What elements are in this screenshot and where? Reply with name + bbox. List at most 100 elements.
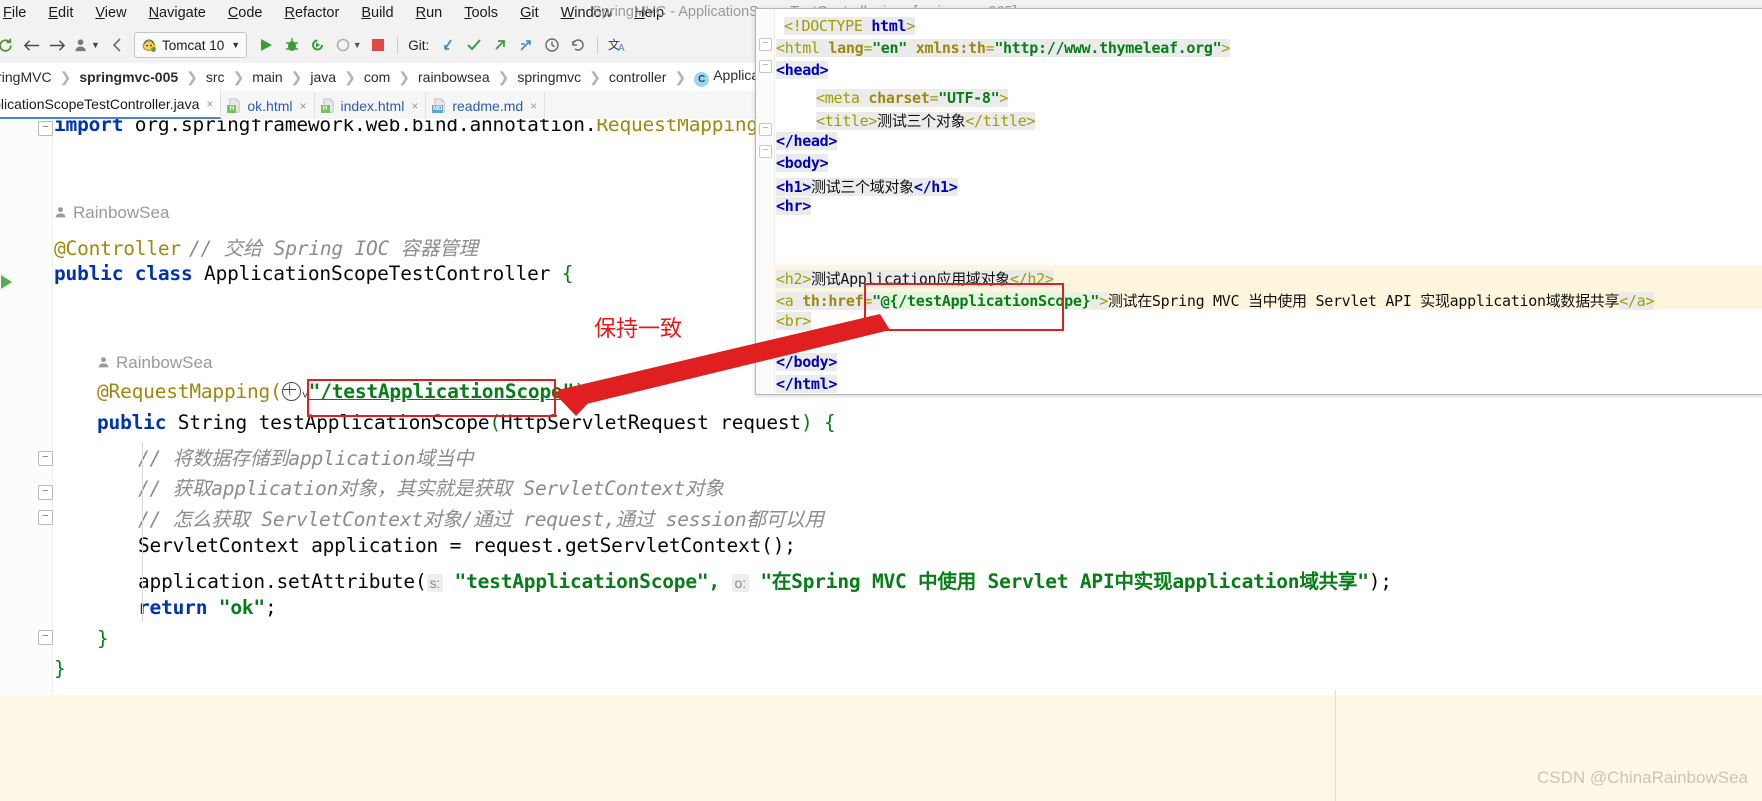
menu-item-refactor[interactable]: Refactor [274, 0, 351, 27]
vcs-author-annotation-1: RainbowSea [54, 203, 169, 223]
globe-icon[interactable] [281, 382, 301, 401]
indent-guide [142, 442, 143, 622]
code-line-method-close: } [97, 627, 109, 650]
fold-icon-4[interactable]: − [38, 630, 53, 645]
menu-item-git[interactable]: Git [509, 0, 550, 27]
editor-tab-readme-md[interactable]: MD readme.md × [426, 92, 546, 119]
back-arrow-icon[interactable] [18, 27, 44, 63]
set-attribute-key: "testApplicationScope", [443, 570, 732, 593]
html-fold-icon-head-close[interactable]: − [759, 123, 772, 136]
vcs-author-name-2: RainbowSea [116, 353, 213, 372]
html-tag-open: <html [776, 39, 829, 57]
menu-item-file[interactable]: File [0, 0, 37, 27]
git-update-icon[interactable] [435, 27, 461, 63]
breadcrumb-separator: ❯ [674, 68, 687, 85]
user-dropdown-icon[interactable]: ▼ [70, 27, 104, 63]
html-fold-icon-head[interactable]: − [759, 60, 772, 73]
vcs-author-annotation-2: RainbowSea [97, 353, 212, 373]
rollback-icon[interactable] [565, 27, 591, 63]
breadcrumb-item-src[interactable]: src [204, 69, 227, 85]
html-attr-xmlns: xmlns:th [915, 39, 986, 57]
menu-item-run[interactable]: Run [405, 0, 454, 27]
html-attr-xmlns-value: "http://www.thymeleaf.org" [994, 39, 1222, 57]
set-attribute-value: "在Spring MVC 中使用 Servlet API中实现applicati… [748, 570, 1369, 593]
close-icon[interactable]: × [530, 99, 537, 113]
h2-tag-open: <h2> [776, 270, 811, 288]
h1-tag-close: </h1> [913, 178, 958, 196]
git-label: Git: [408, 37, 430, 53]
html-panel-code[interactable]: <!DOCTYPE html> <html lang="en" xmlns:th… [774, 9, 1762, 394]
breadcrumb-item-main[interactable]: main [250, 69, 284, 85]
run-icon[interactable] [253, 27, 279, 63]
html-source-overlay-panel[interactable]: − − − − <!DOCTYPE html> <html lang="en" … [755, 8, 1762, 395]
anchor-tag-close: </a> [1619, 292, 1655, 310]
watermark: CSDN @ChinaRainbowSea [1537, 768, 1748, 787]
method-open-brace: { [812, 411, 836, 434]
git-commit-icon[interactable] [461, 27, 487, 63]
editor-tab-applicationscopetestcontroller-java[interactable]: ApplicationScopeTestController.java × [0, 90, 222, 119]
method-modifier: public [97, 411, 167, 434]
import-package: org.springframework.web.bind.annotation. [123, 119, 597, 136]
undo-icon[interactable] [104, 27, 130, 63]
run-with-coverage-icon[interactable] [305, 27, 331, 63]
breadcrumb-item-springmvc-005[interactable]: springmvc-005 [77, 69, 180, 85]
fold-icon-import[interactable]: − [38, 121, 53, 136]
breadcrumb-item-springmvc[interactable]: springmvc [515, 69, 583, 85]
history-icon[interactable] [539, 27, 565, 63]
breadcrumb-item-com[interactable]: com [362, 69, 392, 85]
git-branch-icon[interactable] [513, 27, 539, 63]
h1-tag-open: <h1> [776, 178, 811, 196]
set-attribute-tail: ); [1368, 570, 1392, 593]
breadcrumb-separator: ❯ [589, 68, 601, 85]
request-mapping-annotation: @RequestMapping( [97, 380, 282, 403]
menu-item-build[interactable]: Build [350, 0, 404, 27]
annotation-box-request-mapping [307, 379, 556, 417]
breadcrumb-item-controller[interactable]: controller [607, 69, 669, 85]
class-badge-icon: C [694, 72, 710, 87]
meta-attr-charset: charset [868, 89, 930, 107]
close-icon[interactable]: × [411, 99, 418, 113]
code-line-class-close: } [54, 657, 66, 680]
toolbar-divider [397, 36, 399, 54]
toolbar-divider-2 [597, 36, 599, 54]
forward-arrow-icon[interactable] [44, 27, 70, 63]
html-panel-gutter: − − − − [756, 9, 775, 394]
sync-icon[interactable] [0, 27, 18, 63]
fold-icon-3[interactable]: − [38, 510, 53, 525]
menu-item-code[interactable]: Code [217, 0, 274, 27]
method-close-paren: ) [800, 411, 813, 434]
anchor-attr-thhref: th:href [802, 292, 864, 310]
anchor-text: 测试在Spring MVC 当中使用 Servlet API 实现applica… [1107, 292, 1620, 310]
html-file-icon: H [320, 98, 336, 113]
stop-icon[interactable] [365, 27, 391, 63]
translate-icon[interactable]: 文A [604, 27, 630, 63]
editor-tab-index-html[interactable]: Hindex.html × [314, 92, 427, 119]
debug-icon[interactable] [279, 27, 305, 63]
code-line-comment-3: // 怎么获取 ServletContext对象/通过 request,通过 s… [138, 508, 824, 531]
code-line-import: import org.springframework.web.bind.anno… [54, 119, 770, 136]
menu-item-edit[interactable]: Edit [37, 0, 84, 27]
html-file-icon: H [227, 98, 242, 113]
gutter-run-marker-icon[interactable] [0, 273, 16, 295]
fold-icon-1[interactable]: − [38, 451, 53, 466]
title-tag-close: </title> [965, 112, 1036, 130]
close-icon[interactable]: × [206, 97, 213, 111]
html-fold-icon-html[interactable]: − [759, 38, 772, 51]
fold-icon-2[interactable]: − [38, 485, 53, 500]
breadcrumb-item-rainbowsea[interactable]: rainbowsea [416, 69, 492, 85]
html-fold-icon-body[interactable]: − [759, 145, 772, 158]
vcs-author-name-1: RainbowSea [73, 203, 170, 222]
set-attribute-call: application.setAttribute( [138, 570, 427, 593]
editor-tab-ok-html[interactable]: Hok.html × [221, 92, 315, 119]
profile-icon[interactable]: ▼ [331, 27, 365, 63]
menu-item-tools[interactable]: Tools [453, 0, 509, 27]
run-configuration-selector[interactable]: Tomcat 10 ▼ [134, 32, 248, 58]
anchor-tag-open: <a [776, 292, 803, 310]
breadcrumb-item-springmvc[interactable]: SpringMVC [0, 69, 54, 85]
menu-item-navigate[interactable]: Navigate [138, 0, 217, 27]
close-icon[interactable]: × [300, 99, 307, 113]
anchor-quote-close: " [1090, 292, 1100, 310]
git-push-icon[interactable] [487, 27, 513, 63]
menu-item-view[interactable]: View [84, 0, 137, 27]
breadcrumb-item-java[interactable]: java [308, 69, 338, 85]
